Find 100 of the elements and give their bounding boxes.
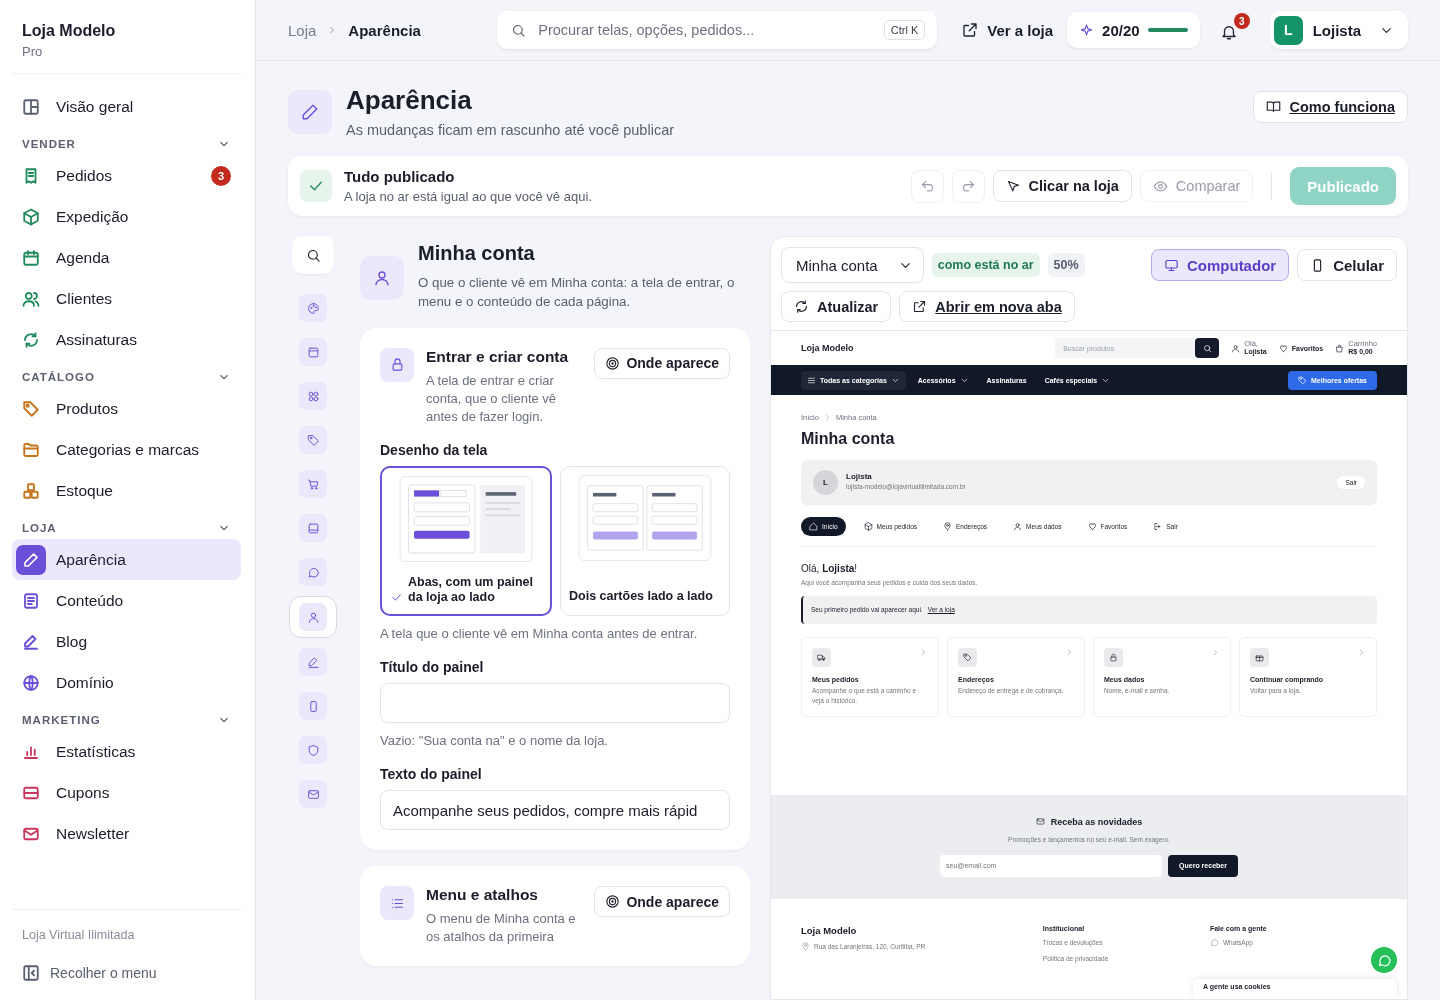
progress-pill[interactable]: 20/20 (1067, 12, 1200, 48)
notifications-button[interactable]: 3 (1213, 13, 1250, 47)
where-button[interactable]: Onde aparece (594, 347, 730, 379)
redo-icon (960, 178, 976, 194)
click-store-button[interactable]: Clicar na loja (992, 170, 1132, 202)
input-field[interactable] (380, 683, 730, 724)
layout-option[interactable]: Abas, com um painel da loja ao lado (380, 466, 552, 617)
pencil-icon (301, 102, 319, 121)
page-subtitle: As mudanças ficam em rascunho até você publicar (346, 122, 676, 138)
logout-icon (1153, 522, 1163, 531)
newsletter-title: Receba as novidades (1050, 816, 1143, 827)
collapse-menu-button[interactable]: Recolher o menu (22, 964, 231, 982)
sidebar-item[interactable]: Pedidos 3 (12, 155, 241, 196)
live-badge: como está no ar (931, 253, 1040, 277)
search-icon (511, 22, 527, 38)
store-name: Loja Modelo (22, 22, 117, 40)
license-label: Loja Virtual Ilimitada (22, 928, 136, 942)
sidebar-item[interactable]: Clientes (12, 278, 241, 319)
sidebar-item[interactable]: Aparência (12, 539, 241, 580)
chat-icon (1209, 938, 1219, 948)
chat-icon (1376, 952, 1392, 968)
truck-icon (817, 652, 826, 662)
tag-icon (1297, 375, 1307, 385)
menu-icon (807, 375, 816, 385)
whatsapp-button[interactable] (1371, 947, 1397, 973)
store-page-title: Minha conta (801, 430, 896, 448)
zoom-badge: 50% (1047, 253, 1085, 277)
sidebar-item[interactable]: Estoque (12, 470, 241, 511)
field-hint: A tela que o cliente vê em Minha conta antes de entrar. (380, 626, 699, 642)
sidebar-item[interactable]: Blog (12, 621, 241, 662)
person-icon (1231, 343, 1241, 353)
breadcrumb-link[interactable]: Aparência (348, 21, 421, 39)
person-icon (306, 610, 320, 624)
sidebar-item[interactable]: Categorias e marcas (12, 429, 241, 470)
sidebar-item[interactable]: Agenda (12, 237, 241, 278)
sidebar-item[interactable]: Conteúdo (12, 580, 241, 621)
target-icon (605, 355, 621, 371)
status-text: A loja no ar está igual ao que você vê aqui. (344, 189, 593, 204)
card-title: Entrar e criar conta (426, 347, 570, 366)
pin-icon (801, 942, 810, 952)
sidebar-item[interactable]: Produtos (12, 388, 241, 429)
pin-icon (943, 522, 953, 531)
where-button[interactable]: Onde aparece (594, 886, 730, 918)
cursor-icon (1005, 178, 1021, 194)
lock-icon (1109, 652, 1118, 662)
device-toggle[interactable]: Celular (1297, 249, 1397, 281)
chevron-icon (1065, 647, 1074, 657)
window-icon (306, 345, 320, 359)
view-store-link[interactable]: Ver a loja (961, 21, 1054, 39)
mail-icon (306, 787, 320, 801)
refresh-button[interactable]: Atualizar (781, 291, 892, 322)
search-input[interactable]: Procurar telas, opções, pedidos... (536, 21, 874, 39)
field-label: Desenho da tela (380, 442, 489, 459)
sidebar-item[interactable]: Expedição (12, 196, 241, 237)
cart-icon (306, 477, 320, 491)
input-field[interactable]: Acompanhe seus pedidos, compre mais rápid (380, 790, 730, 831)
undo-icon (919, 178, 935, 194)
person-icon (373, 269, 391, 287)
greeting: Olá, Lojista! (801, 563, 859, 574)
device-toggle[interactable]: Computador (1150, 249, 1290, 281)
tag-icon (963, 652, 972, 662)
heart-icon (1278, 343, 1288, 353)
open-tab-button[interactable]: Abrir em nova aba (899, 291, 1075, 322)
chevron-icon (1357, 647, 1366, 657)
account-name: Lojista (846, 473, 873, 482)
eye-icon (1152, 178, 1168, 194)
search-bar[interactable]: Procurar telas, opções, pedidos... Ctrl K (497, 11, 938, 49)
user-menu[interactable]: L Lojista (1269, 11, 1408, 49)
sidebar-item[interactable]: Assinaturas (12, 319, 241, 360)
footer-brand: Loja Modelo (801, 924, 858, 936)
sidebar-item[interactable]: Newsletter (12, 813, 241, 854)
field-hint: Vazio: "Sua conta na" e o nome da loja. (380, 733, 609, 749)
sidebar-item[interactable]: Estatísticas (12, 731, 241, 772)
help-button[interactable]: Como funciona (1253, 90, 1408, 123)
option-label: Dois cartões lado a lado (569, 589, 713, 606)
chevron-icon (919, 647, 928, 657)
monitor-icon (1163, 257, 1179, 273)
refresh-icon (794, 299, 809, 314)
section-title: Minha conta (418, 242, 536, 265)
status-title: Tudo publicado (344, 168, 456, 185)
search-button[interactable] (1195, 338, 1220, 358)
sidebar-collapse-icon (22, 964, 40, 982)
shield-icon (306, 743, 320, 757)
user-name: Lojista (1312, 21, 1361, 39)
target-icon (605, 894, 621, 910)
bag-icon (1335, 343, 1345, 353)
card-description: O menu de Minha conta e os atalhos da primeira (426, 910, 577, 947)
plan-label: Pro (22, 44, 44, 59)
external-link-icon (912, 299, 928, 314)
sidebar-item[interactable]: Domínio (12, 662, 241, 703)
page-select[interactable]: Minha conta (781, 247, 924, 283)
breadcrumb-link[interactable]: Loja (288, 21, 317, 39)
sidebar-item[interactable]: Cupons (12, 772, 241, 813)
option-label: Abas, com um painel da loja ao lado (408, 574, 535, 607)
redo-button[interactable] (951, 169, 985, 203)
person-icon (1013, 522, 1023, 531)
layout-option[interactable]: Dois cartões lado a lado (560, 466, 730, 617)
undo-button[interactable] (910, 169, 944, 203)
sidebar-item[interactable]: Visão geral (12, 86, 241, 127)
section-button[interactable] (289, 596, 337, 638)
